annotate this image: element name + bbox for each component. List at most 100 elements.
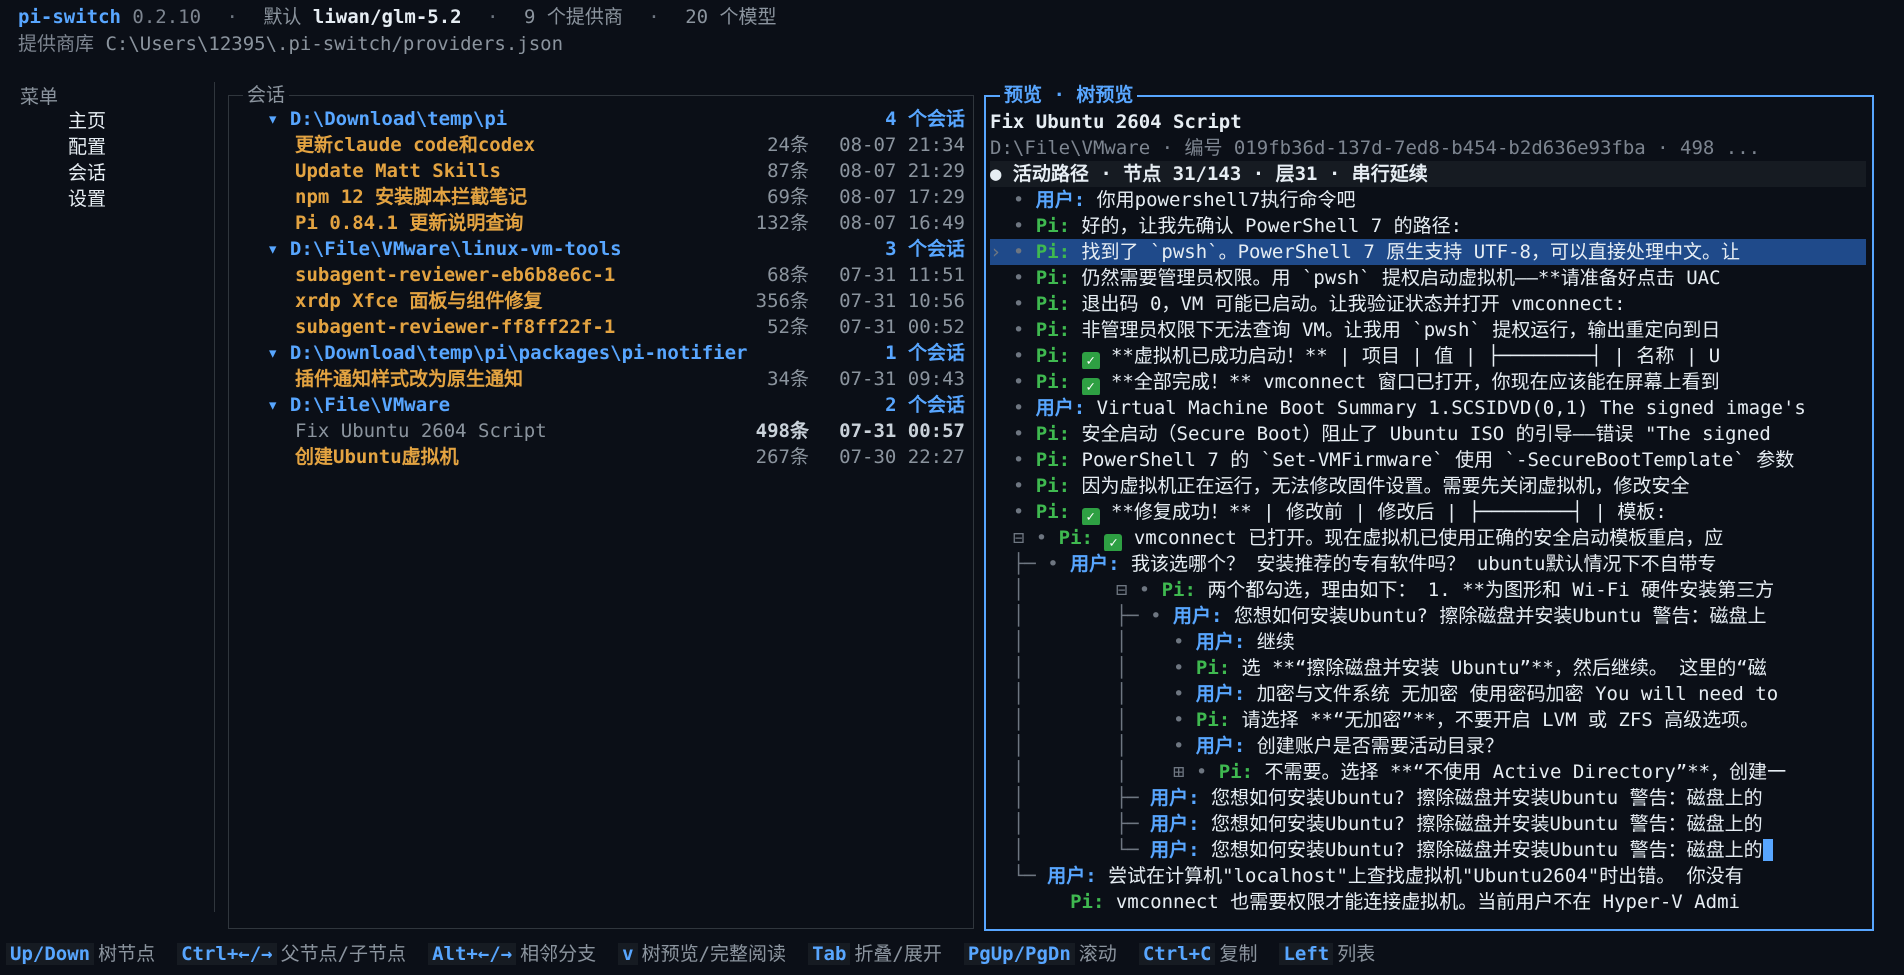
menu-item-settings[interactable]: 设置 (68, 186, 106, 212)
session-row[interactable]: xrdp Xfce 面板与组件修复 356条 07-31 10:56 (229, 288, 973, 314)
tree-node[interactable]: │ └─ 用户: 您想如何安装Ubuntu? 擦除磁盘并安装Ubuntu 警告：… (990, 837, 1866, 863)
node-text: 继续 (1245, 631, 1295, 653)
pi-label: Pi: (1035, 423, 1071, 445)
session-name: 更新claude code和codex (295, 134, 536, 156)
menu-item-config[interactable]: 配置 (68, 134, 106, 160)
node-text: 尝试在计算机"localhost"上查找虚拟机"Ubuntu2604"时出错。 … (1096, 865, 1744, 887)
session-count: 2 个会话 (885, 394, 965, 416)
check-icon: ✓ (1081, 352, 1100, 369)
key-description: 相邻分支 (520, 943, 597, 965)
tree-node[interactable]: • 用户: 你用powershell7执行命令吧 (990, 187, 1866, 213)
session-row[interactable]: 插件通知样式改为原生通知 34条 07-31 09:43 (229, 366, 973, 392)
tree-node[interactable]: ├─ • 用户: 我该选哪个？ 安装推荐的专有软件吗？ ubuntu默认情况下不… (990, 551, 1866, 577)
session-date: 08-07 21:29 (839, 160, 965, 182)
preview-session-title: Fix Ubuntu 2604 Script (990, 111, 1242, 133)
node-text: 退出码 0，VM 可能已启动。让我验证状态并打开 vmconnect: (1070, 293, 1626, 315)
default-model: liwan/glm-5.2 (312, 6, 462, 28)
pi-label: Pi: (1035, 371, 1071, 393)
menu-panel: 菜单 主页 配置 会话 设置 (18, 82, 215, 912)
pi-label: Pi: (1035, 345, 1071, 367)
session-date: 07-31 00:57 (839, 420, 965, 442)
tree-node[interactable]: • Pi: ✓ **虚拟机已成功启动！** | 项目 | 值 | ├──────… (990, 343, 1866, 369)
tree-node[interactable]: • Pi: 因为虚拟机正在运行，无法修改固件设置。需要先关闭虚拟机，修改安全 (990, 473, 1866, 499)
tree-node[interactable]: │ │ • Pi: 选 **“擦除磁盘并安装 Ubuntu”**，然后继续。 这… (990, 655, 1866, 681)
tree-indent: │ ⊟ • (990, 579, 1162, 601)
keybind-footer: Up/Down 树节点 Ctrl+←/→ 父节点/子节点 Alt+←/→ 相邻分支 v 树预览… (6, 940, 1397, 968)
tree-node[interactable]: • Pi: 安全启动（Secure Boot）阻止了 Ubuntu ISO 的引… (990, 421, 1866, 447)
text-cursor (1762, 839, 1773, 861)
tree-node[interactable]: • Pi: 仍然需要管理员权限。用 `pwsh` 提权启动虚拟机——**请准备好… (990, 265, 1866, 291)
key-hint: Tab (808, 943, 851, 965)
session-group-header[interactable]: ▾ D:\Download\temp\pi 4 个会话 (229, 106, 973, 132)
session-row[interactable]: Fix Ubuntu 2604 Script 498条 07-31 00:57 (229, 418, 973, 444)
tree-node[interactable]: • Pi: 非管理员权限下无法查询 VM。让我用 `pwsh` 提权运行，输出重… (990, 317, 1866, 343)
session-name: Fix Ubuntu 2604 Script (295, 420, 547, 442)
session-row[interactable]: Pi 0.84.1 更新说明查询 132条 08-07 16:49 (229, 210, 973, 236)
pi-label: Pi: (1035, 293, 1071, 315)
session-row[interactable]: npm 12 安装脚本拦截笔记 69条 08-07 17:29 (229, 184, 973, 210)
session-group-header[interactable]: ▾ D:\Download\temp\pi\packages\pi-notifi… (229, 340, 973, 366)
session-group-header[interactable]: ▾ D:\File\VMware 2 个会话 (229, 392, 973, 418)
tree-indent: › • (990, 241, 1036, 263)
preview-panel: 预览 · 树预览 Fix Ubuntu 2604 Script D:\File\… (984, 82, 1874, 931)
menu-item-sessions[interactable]: 会话 (68, 160, 106, 186)
session-row[interactable]: 创建Ubuntu虚拟机 267条 07-30 22:27 (229, 444, 973, 470)
tree-node[interactable]: └─ 用户: 尝试在计算机"localhost"上查找虚拟机"Ubuntu260… (990, 863, 1866, 889)
pi-label: Pi: (1195, 657, 1231, 679)
key-hint: PgUp/PgDn (963, 943, 1075, 965)
tree-node[interactable]: │ ├─ 用户: 您想如何安装Ubuntu? 擦除磁盘并安装Ubuntu 警告：… (990, 811, 1866, 837)
tree-node[interactable]: │ │ ⊞ • Pi: 不需要。选择 **“不使用 Active Directo… (990, 759, 1866, 785)
tree-node[interactable]: │ │ • 用户: 继续 (990, 629, 1866, 655)
session-name: subagent-reviewer-ff8ff22f-1 (295, 316, 616, 338)
pi-label: Pi: (1035, 215, 1071, 237)
check-icon: ✓ (1104, 534, 1123, 551)
tree-indent: • (990, 215, 1036, 237)
preview-title: 预览 · 树预览 (1000, 82, 1138, 108)
session-row[interactable]: subagent-reviewer-eb6b8e6c-1 68条 07-31 11:… (229, 262, 973, 288)
tree-node[interactable]: • Pi: ✓ **修复成功！** | 修改前 | 修改后 | ├───────… (990, 499, 1866, 525)
session-row[interactable]: subagent-reviewer-ff8ff22f-1 52条 07-31 00:… (229, 314, 973, 340)
tree-indent: • (990, 423, 1036, 445)
node-text: 创建账户是否需要活动目录？ (1245, 735, 1504, 757)
key-description: 滚动 (1078, 943, 1117, 965)
session-name: Pi 0.84.1 更新说明查询 (295, 212, 524, 234)
tree-node[interactable]: │ │ • 用户: 加密与文件系统 无加密 使用密码加密 You will ne… (990, 681, 1866, 707)
session-row[interactable]: 更新claude code和codex 24条 08-07 21:34 (229, 132, 973, 158)
tree-node[interactable]: • Pi: ✓ **全部完成！** vmconnect 窗口已打开，你现在应该能… (990, 369, 1866, 395)
tree-node[interactable]: │ ⊟ • Pi: 两个都勾选，理由如下： 1. **为图形和 Wi-Fi 硬件… (990, 577, 1866, 603)
session-row[interactable]: Update Matt Skills 87条 08-07 21:29 (229, 158, 973, 184)
node-text: 您想如何安装Ubuntu? 擦除磁盘并安装Ubuntu 警告：磁盘上的 (1199, 839, 1763, 861)
tree-node[interactable]: • 用户: Virtual Machine Boot Summary 1.SCS… (990, 395, 1866, 421)
key-description: 复制 (1219, 943, 1258, 965)
tree-node[interactable]: • Pi: 退出码 0，VM 可能已启动。让我验证状态并打开 vmconnect… (990, 291, 1866, 317)
menu-item-home[interactable]: 主页 (68, 108, 106, 134)
session-count: 1 个会话 (885, 342, 965, 364)
tree-node[interactable]: • Pi: 好的，让我先确认 PowerShell 7 的路径: (990, 213, 1866, 239)
user-label: 用户: (1035, 397, 1086, 419)
header-bar: pi-switch 0.2.10 · 默认 liwan/glm-5.2 · 9 … (18, 6, 777, 28)
tree-node[interactable]: │ ├─ 用户: 您想如何安装Ubuntu? 擦除磁盘并安装Ubuntu 警告：… (990, 785, 1866, 811)
tree-indent: │ │ • (990, 657, 1196, 679)
tree-indent: • (990, 345, 1036, 367)
key-hint: Ctrl+←/→ (177, 943, 277, 965)
node-text: 两个都勾选，理由如下： 1. **为图形和 Wi-Fi 硬件安装第三方 (1195, 579, 1775, 601)
tree-node[interactable]: › • Pi: 找到了 `pwsh`。PowerShell 7 原生支持 UTF… (990, 239, 1866, 265)
tree-node[interactable]: │ ├─ • 用户: 您想如何安装Ubuntu? 擦除磁盘并安装Ubuntu 警… (990, 603, 1866, 629)
tree-node[interactable]: • Pi: PowerShell 7 的 `Set-VMFirmware` 使用… (990, 447, 1866, 473)
node-text: 您想如何安装Ubuntu? 擦除磁盘并安装Ubuntu 警告：磁盘上的 (1199, 813, 1763, 835)
tree-node[interactable]: │ │ • Pi: 请选择 **“无加密”**，不要开启 LVM 或 ZFS 高… (990, 707, 1866, 733)
node-text: 非管理员权限下无法查询 VM。让我用 `pwsh` 提权运行，输出重定向到日 (1070, 319, 1721, 341)
key-hint: Left (1279, 943, 1334, 965)
pi-label: Pi: (1195, 709, 1231, 731)
check-icon: ✓ (1081, 508, 1100, 525)
tree-node[interactable]: Pi: vmconnect 也需要权限才能连接虚拟机。当前用户不在 Hyper-… (990, 889, 1866, 915)
tree-indent: │ │ • (990, 735, 1196, 757)
preview-meta: D:\File\VMware · 编号 019fb36d-137d-7ed8-b… (990, 137, 1761, 159)
node-text: vmconnect 也需要权限才能连接虚拟机。当前用户不在 Hyper-V Ad… (1104, 891, 1740, 913)
tree-node[interactable]: ⊟ • Pi: ✓ vmconnect 已打开。现在虚拟机已使用正确的安全启动模… (990, 525, 1866, 551)
pi-label: Pi: (1035, 267, 1071, 289)
tree-node[interactable]: │ │ • 用户: 创建账户是否需要活动目录？ (990, 733, 1866, 759)
session-group-header[interactable]: ▾ D:\File\VMware\linux-vm-tools 3 个会话 (229, 236, 973, 262)
user-label: 用户: (1150, 787, 1200, 809)
